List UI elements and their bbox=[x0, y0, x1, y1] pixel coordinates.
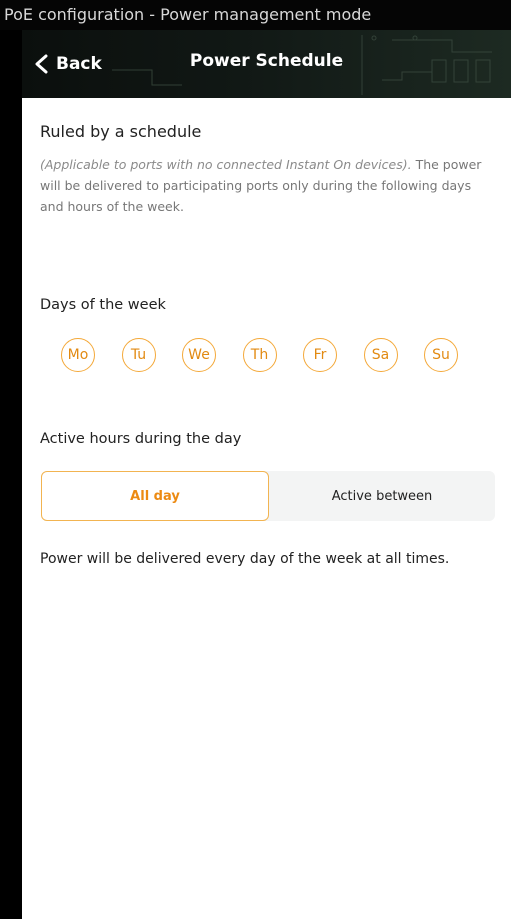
nav-bar: Back Power Schedule bbox=[22, 30, 511, 98]
day-toggle-tu[interactable]: Tu bbox=[121, 338, 156, 372]
day-selector: Mo Tu We Th Fr Sa Su bbox=[61, 338, 458, 372]
window-caption: PoE configuration - Power management mod… bbox=[0, 0, 511, 30]
schedule-heading: Ruled by a schedule bbox=[40, 122, 202, 141]
schedule-description: (Applicable to ports with no connected I… bbox=[40, 154, 498, 217]
day-toggle-fr[interactable]: Fr bbox=[303, 338, 337, 372]
day-toggle-sa[interactable]: Sa bbox=[363, 338, 398, 372]
days-heading: Days of the week bbox=[40, 297, 166, 313]
active-between-option[interactable]: Active between bbox=[269, 471, 495, 521]
page-title: Power Schedule bbox=[189, 51, 344, 71]
active-hours-segmented-control: All day Active between bbox=[41, 471, 495, 521]
all-day-option[interactable]: All day bbox=[41, 471, 269, 521]
power-delivery-message: Power will be delivered every day of the… bbox=[40, 551, 450, 567]
day-toggle-th[interactable]: Th bbox=[242, 338, 277, 372]
applicability-note: (Applicable to ports with no connected I… bbox=[40, 157, 412, 172]
active-hours-heading: Active hours during the day bbox=[40, 431, 242, 447]
day-toggle-su[interactable]: Su bbox=[424, 338, 458, 372]
app-screen: Back Power Schedule Ruled by a schedule … bbox=[22, 30, 511, 919]
day-toggle-mo[interactable]: Mo bbox=[61, 338, 95, 372]
day-toggle-we[interactable]: We bbox=[182, 338, 216, 372]
